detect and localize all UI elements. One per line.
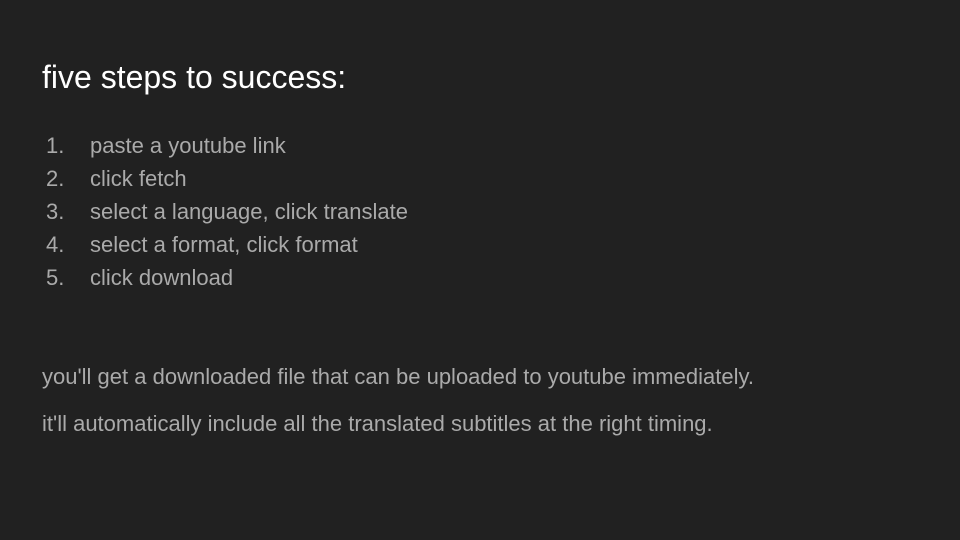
subtitles-note: it'll automatically include all the tran…	[42, 411, 713, 436]
step-item: 3. select a language, click translate	[42, 195, 408, 228]
step-number: 3.	[46, 199, 65, 224]
step-number: 4.	[46, 232, 65, 257]
step-item: 5. click download	[42, 261, 408, 294]
step-text: paste a youtube link	[90, 133, 286, 158]
step-text: select a format, click format	[90, 232, 358, 257]
slide: five steps to success: 1. paste a youtub…	[0, 0, 960, 540]
step-item: 2. click fetch	[42, 162, 408, 195]
step-text: select a language, click translate	[90, 199, 408, 224]
steps-list: 1. paste a youtube link 2. click fetch 3…	[42, 129, 408, 294]
step-number: 1.	[46, 133, 65, 158]
step-text: click download	[90, 265, 234, 290]
step-text: click fetch	[90, 166, 187, 191]
step-number: 5.	[46, 265, 65, 290]
step-item: 4. select a format, click format	[42, 228, 408, 261]
step-item: 1. paste a youtube link	[42, 129, 408, 162]
slide-title: five steps to success:	[42, 59, 347, 95]
step-number: 2.	[46, 166, 65, 191]
download-note: you'll get a downloaded file that can be…	[42, 364, 754, 389]
